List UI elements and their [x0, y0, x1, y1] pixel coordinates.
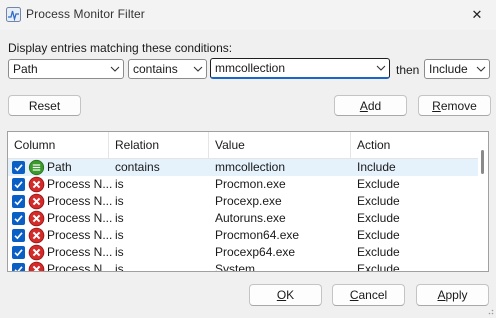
exclude-icon — [28, 227, 45, 244]
then-label: then — [396, 63, 420, 77]
cell-relation: is — [115, 262, 124, 272]
action-dropdown-value: Include — [429, 62, 468, 76]
cell-relation: is — [115, 194, 124, 208]
cell-relation: is — [115, 245, 124, 259]
process-monitor-app-icon — [6, 7, 21, 22]
cell-relation: is — [115, 211, 124, 225]
cancel-button-label: Cancel — [349, 288, 388, 302]
cell-value: System — [215, 262, 256, 272]
cell-column: Path — [47, 160, 72, 174]
relation-dropdown[interactable]: contains — [128, 59, 207, 79]
reset-button[interactable]: Reset — [8, 95, 81, 116]
list-scrollbar-thumb[interactable] — [481, 150, 484, 174]
cell-column: Process N... — [47, 177, 113, 191]
action-dropdown[interactable]: Include — [424, 59, 490, 79]
relation-dropdown-value: contains — [133, 62, 178, 76]
cell-value: mmcollection — [215, 160, 286, 174]
exclude-icon — [28, 261, 45, 271]
cell-action: Exclude — [357, 194, 400, 208]
table-row[interactable]: Process N... is Procexp64.exe Exclude — [8, 244, 478, 261]
cell-action: Exclude — [357, 177, 400, 191]
cell-action: Exclude — [357, 211, 400, 225]
reset-button-label: Reset — [28, 98, 61, 113]
close-button[interactable]: ✕ — [458, 0, 496, 30]
row-checkbox[interactable] — [12, 263, 25, 271]
cell-action: Exclude — [357, 245, 400, 259]
cell-value: Procexp64.exe — [215, 245, 296, 259]
table-row[interactable]: Path contains mmcollection Include — [8, 159, 478, 176]
column-dropdown[interactable]: Path — [8, 59, 124, 79]
column-dropdown-value: Path — [13, 62, 38, 76]
ok-button-label: OK — [276, 288, 295, 302]
table-row[interactable]: Process N... is Procmon.exe Exclude — [8, 176, 478, 193]
cell-relation: is — [115, 228, 124, 242]
value-input[interactable]: mmcollection — [211, 61, 373, 75]
chevron-down-icon — [107, 60, 123, 78]
include-icon — [28, 159, 45, 176]
cell-action: Exclude — [357, 228, 400, 242]
cell-value: Procexp.exe — [215, 194, 282, 208]
column-header-action[interactable]: Action — [351, 132, 478, 158]
window-title: Process Monitor Filter — [26, 7, 145, 21]
exclude-icon — [28, 210, 45, 227]
resize-grip-icon[interactable] — [484, 304, 494, 315]
filter-list-header: Column Relation Value Action — [8, 132, 478, 159]
add-button[interactable]: Add — [334, 95, 407, 116]
cell-action: Exclude — [357, 262, 400, 272]
cell-column: Process N... — [47, 262, 113, 272]
row-checkbox[interactable] — [12, 229, 25, 242]
column-header-column[interactable]: Column — [8, 132, 109, 158]
column-header-relation[interactable]: Relation — [109, 132, 209, 158]
table-row[interactable]: Process N... is Autoruns.exe Exclude — [8, 210, 478, 227]
chevron-down-icon — [373, 59, 389, 77]
table-row[interactable]: Process N... is System Exclude — [8, 261, 478, 272]
row-checkbox[interactable] — [12, 212, 25, 225]
row-checkbox[interactable] — [12, 178, 25, 191]
apply-button-label: Apply — [437, 288, 468, 302]
column-header-value[interactable]: Value — [209, 132, 351, 158]
value-combobox[interactable]: mmcollection — [210, 58, 390, 79]
add-button-label: Add — [359, 98, 382, 113]
cell-relation: is — [115, 177, 124, 191]
exclude-icon — [28, 193, 45, 210]
cancel-button[interactable]: Cancel — [332, 284, 405, 306]
cell-column: Process N... — [47, 245, 113, 259]
remove-button[interactable]: Remove — [418, 95, 491, 116]
chevron-down-icon — [473, 60, 489, 78]
cell-column: Process N... — [47, 228, 113, 242]
table-row[interactable]: Process N... is Procmon64.exe Exclude — [8, 227, 478, 244]
row-checkbox[interactable] — [12, 195, 25, 208]
cell-action: Include — [357, 160, 396, 174]
cell-relation: contains — [115, 160, 160, 174]
filter-list[interactable]: Column Relation Value Action Path contain… — [7, 131, 489, 272]
exclude-icon — [28, 176, 45, 193]
cell-value: Procmon.exe — [215, 177, 286, 191]
cell-value: Procmon64.exe — [215, 228, 300, 242]
exclude-icon — [28, 244, 45, 261]
chevron-down-icon — [190, 60, 206, 78]
row-checkbox[interactable] — [12, 161, 25, 174]
row-checkbox[interactable] — [12, 246, 25, 259]
ok-button[interactable]: OK — [249, 284, 322, 306]
conditions-caption: Display entries matching these condition… — [8, 41, 233, 55]
cell-column: Process N... — [47, 194, 113, 208]
cell-column: Process N... — [47, 211, 113, 225]
table-row[interactable]: Process N... is Procexp.exe Exclude — [8, 193, 478, 210]
cell-value: Autoruns.exe — [215, 211, 286, 225]
apply-button[interactable]: Apply — [416, 284, 489, 306]
remove-button-label: Remove — [432, 98, 477, 113]
close-icon: ✕ — [471, 7, 483, 22]
